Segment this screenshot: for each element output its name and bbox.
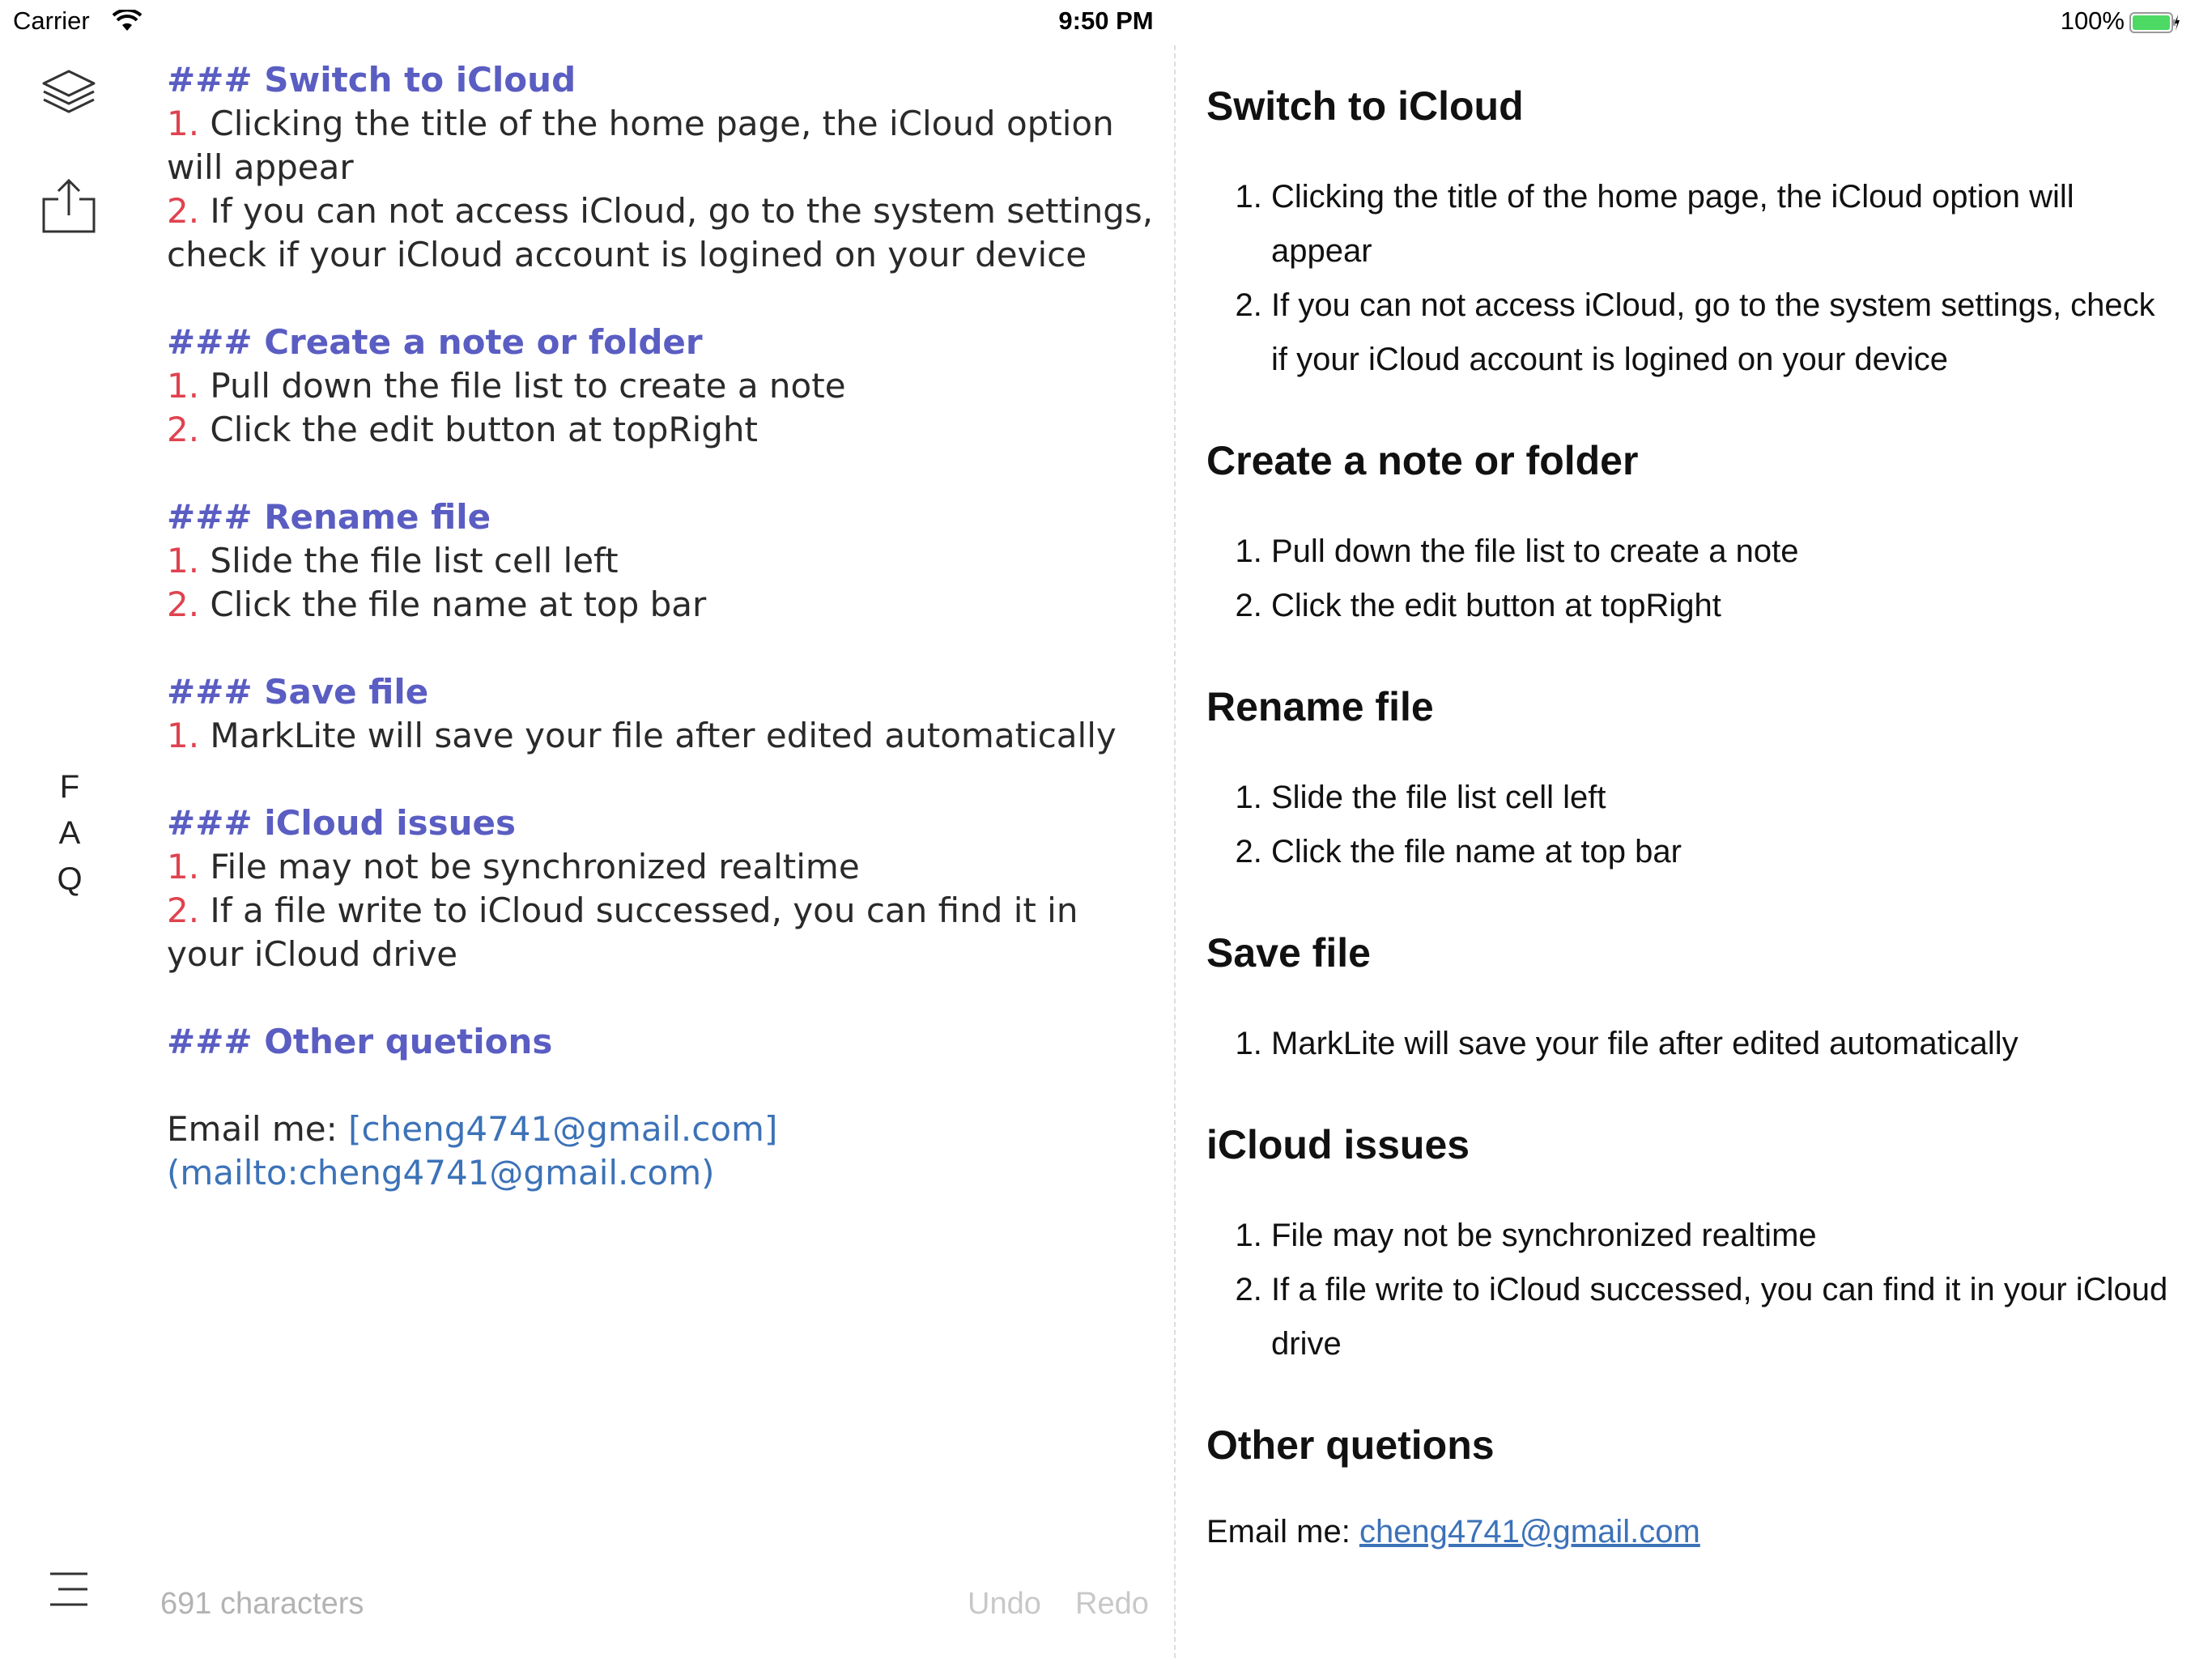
editor-section: ### Create a note or folder 1. Pull down… (167, 321, 1155, 452)
clock: 9:50 PM (1058, 6, 1154, 35)
markdown-preview: Switch to iCloud Clicking the title of t… (1206, 78, 2178, 1556)
redo-button[interactable]: Redo (1075, 1587, 1149, 1622)
line-text: Click the edit button at topRight (199, 410, 758, 449)
pane-divider (1174, 45, 1176, 1658)
list-number: 1. (167, 716, 200, 755)
battery-icon (2129, 12, 2180, 33)
email-prefix: Email me: (167, 1109, 349, 1149)
editor-line: 1. Slide the file list cell left (167, 539, 1155, 583)
preview-list: MarkLite will save your file after edite… (1206, 1017, 2178, 1071)
editor-line: 2. If you can not access iCloud, go to t… (167, 189, 1155, 277)
preview-list-item: Slide the file list cell left (1271, 771, 2178, 825)
editor-line: 1. Pull down the file list to create a n… (167, 364, 1155, 408)
email-prefix: Email me: (1206, 1514, 1359, 1550)
preview-list-item: Pull down the file list to create a note (1271, 525, 2178, 579)
editor-heading: ### Save file (167, 672, 429, 712)
preview-heading: Switch to iCloud (1206, 83, 1524, 129)
editor-section: ### Save file 1. MarkLite will save your… (167, 670, 1155, 758)
preview-list: Slide the file list cell left Click the … (1206, 771, 2178, 879)
line-text: If a file write to iCloud successed, you… (167, 891, 1078, 974)
list-number: 2. (167, 410, 200, 449)
list-number: 2. (167, 585, 200, 624)
editor-line: 2. Click the edit button at topRight (167, 408, 1155, 452)
editor-line: 2. Click the file name at top bar (167, 583, 1155, 627)
preview-heading: Other quetions (1206, 1422, 1495, 1468)
character-count: 691 characters (160, 1587, 364, 1621)
status-bar: Carrier 9:50 PM 100% (0, 0, 2212, 45)
list-number: 2. (167, 191, 200, 231)
preview-email-line: Email me: cheng4741@gmail.com (1206, 1507, 2178, 1556)
editor-line: 1. MarkLite will save your file after ed… (167, 714, 1155, 758)
editor-heading: ### Other quetions (167, 1022, 553, 1061)
preview-list-item: Clicking the title of the home page, the… (1271, 170, 2178, 278)
line-text: Pull down the file list to create a note (199, 366, 846, 406)
preview-list-item: If a file write to iCloud successed, you… (1271, 1263, 2178, 1371)
preview-list-item: File may not be synchronized realtime (1271, 1209, 2178, 1263)
list-number: 1. (167, 366, 200, 406)
editor-section: ### iCloud issues 1. File may not be syn… (167, 801, 1155, 976)
editor-line: 2. If a file write to iCloud successed, … (167, 889, 1155, 976)
email-link[interactable]: cheng4741@gmail.com (1359, 1514, 1700, 1550)
faq-letter: A (58, 815, 81, 851)
share-icon[interactable] (39, 176, 99, 236)
line-text: File may not be synchronized realtime (199, 847, 860, 886)
editor-email-line: Email me: [cheng4741@gmail.com](mailto:c… (167, 1107, 1155, 1195)
list-number: 1. (167, 541, 200, 580)
editor-section: ### Switch to iCloud 1. Clicking the tit… (167, 58, 1155, 277)
editor-section: ### Rename file 1. Slide the file list c… (167, 495, 1155, 627)
list-number: 1. (167, 104, 200, 143)
preview-list-item: Click the file name at top bar (1271, 825, 2178, 879)
editor-section: ### Other quetions (167, 1020, 1155, 1064)
list-number: 2. (167, 891, 200, 930)
preview-list: Clicking the title of the home page, the… (1206, 170, 2178, 387)
line-text: MarkLite will save your file after edite… (199, 716, 1117, 755)
faq-label: F A Q (53, 764, 86, 903)
editor-heading: ### Switch to iCloud (167, 60, 576, 100)
preview-heading: iCloud issues (1206, 1122, 1470, 1167)
editor-line: 1. File may not be synchronized realtime (167, 845, 1155, 889)
battery-percentage: 100% (2060, 6, 2125, 35)
editor-line: 1. Clicking the title of the home page, … (167, 102, 1155, 189)
line-text: Click the file name at top bar (199, 585, 707, 624)
preview-list: Pull down the file list to create a note… (1206, 525, 2178, 633)
line-text: Slide the file list cell left (199, 541, 619, 580)
editor-heading: ### Create a note or folder (167, 322, 703, 362)
preview-heading: Create a note or folder (1206, 438, 1639, 483)
preview-heading: Rename file (1206, 684, 1434, 729)
layers-icon[interactable] (39, 63, 99, 123)
preview-list-item: Click the edit button at topRight (1271, 579, 2178, 633)
faq-letter: Q (57, 861, 83, 897)
editor-heading: ### Rename file (167, 497, 491, 537)
menu-icon[interactable] (45, 1566, 92, 1613)
preview-heading: Save file (1206, 930, 1371, 976)
faq-letter: F (59, 769, 80, 805)
preview-list: File may not be synchronized realtime If… (1206, 1209, 2178, 1371)
editor-heading: ### iCloud issues (167, 803, 517, 843)
line-text: If you can not access iCloud, go to the … (167, 191, 1154, 274)
undo-button[interactable]: Undo (968, 1587, 1041, 1622)
preview-list-item: If you can not access iCloud, go to the … (1271, 278, 2178, 387)
markdown-editor[interactable]: ### Switch to iCloud 1. Clicking the tit… (167, 58, 1155, 1195)
list-number: 1. (167, 847, 200, 886)
line-text: Clicking the title of the home page, the… (167, 104, 1114, 187)
preview-list-item: MarkLite will save your file after edite… (1271, 1017, 2178, 1071)
